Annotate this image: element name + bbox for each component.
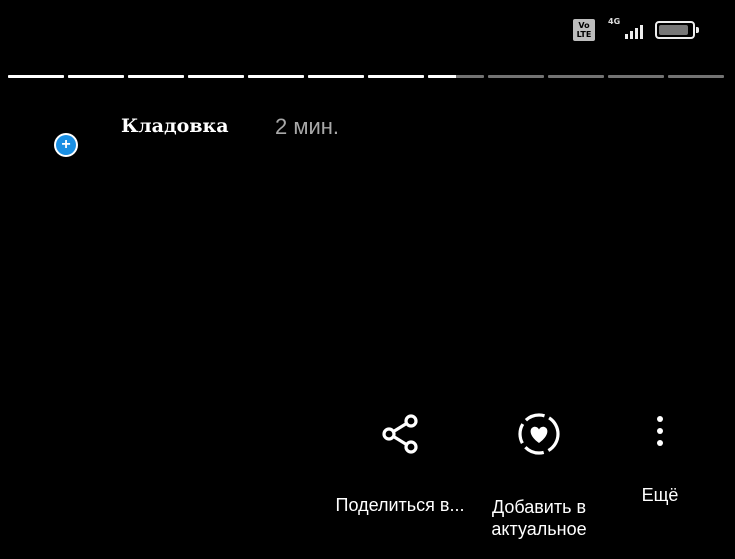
- story-progress-segment: [128, 75, 184, 78]
- story-progress-segment: [68, 75, 124, 78]
- story-progress-segment: [668, 75, 724, 78]
- story-progress-segment: [368, 75, 424, 78]
- battery-icon: [655, 21, 699, 39]
- story-timestamp: 2 мин.: [275, 114, 340, 139]
- share-icon: [382, 414, 418, 454]
- more-label: Ещё: [641, 485, 679, 505]
- battery-level: [659, 25, 688, 35]
- more-vertical-icon: [657, 416, 663, 446]
- story-progress-segment: [188, 75, 244, 78]
- story-progress-segment: [548, 75, 604, 78]
- network-type-label: 4G: [608, 17, 621, 26]
- highlight-label: Добавить в актуальное: [491, 497, 587, 539]
- signal-bar: [640, 25, 643, 39]
- story-progress-fill: [188, 75, 244, 78]
- signal-bars: [625, 25, 643, 39]
- story-progress-fill: [8, 75, 64, 78]
- add-story-badge[interactable]: +: [54, 133, 78, 157]
- signal-bar: [625, 34, 628, 39]
- add-to-highlights-button[interactable]: Добавить в актуальное: [478, 410, 600, 540]
- status-bar: Vo LTE 4G: [573, 14, 699, 46]
- story-progress-fill: [308, 75, 364, 78]
- story-progress-segment: [248, 75, 304, 78]
- story-progress-segment: [608, 75, 664, 78]
- share-button[interactable]: Поделиться в...: [334, 412, 466, 516]
- share-label: Поделиться в...: [335, 495, 465, 515]
- story-progress-fill: [68, 75, 124, 78]
- story-progress-fill: [428, 75, 456, 78]
- story-progress-fill: [128, 75, 184, 78]
- signal-bar: [630, 31, 633, 39]
- story-progress-segment: [8, 75, 64, 78]
- story-progress-fill: [248, 75, 304, 78]
- signal-bar: [635, 28, 638, 39]
- story-author-name[interactable]: Кладовка: [121, 115, 229, 137]
- story-progress-fill: [368, 75, 424, 78]
- highlight-heart-icon: [518, 413, 560, 455]
- story-progress-bar: [8, 75, 724, 79]
- volte-icon: Vo LTE: [573, 19, 595, 41]
- more-options-button[interactable]: Ещё: [628, 414, 692, 506]
- story-progress-segment: [308, 75, 364, 78]
- story-progress-segment: [428, 75, 484, 78]
- plus-icon: +: [56, 135, 76, 155]
- cellular-signal-icon: 4G: [607, 17, 643, 43]
- story-progress-segment: [488, 75, 544, 78]
